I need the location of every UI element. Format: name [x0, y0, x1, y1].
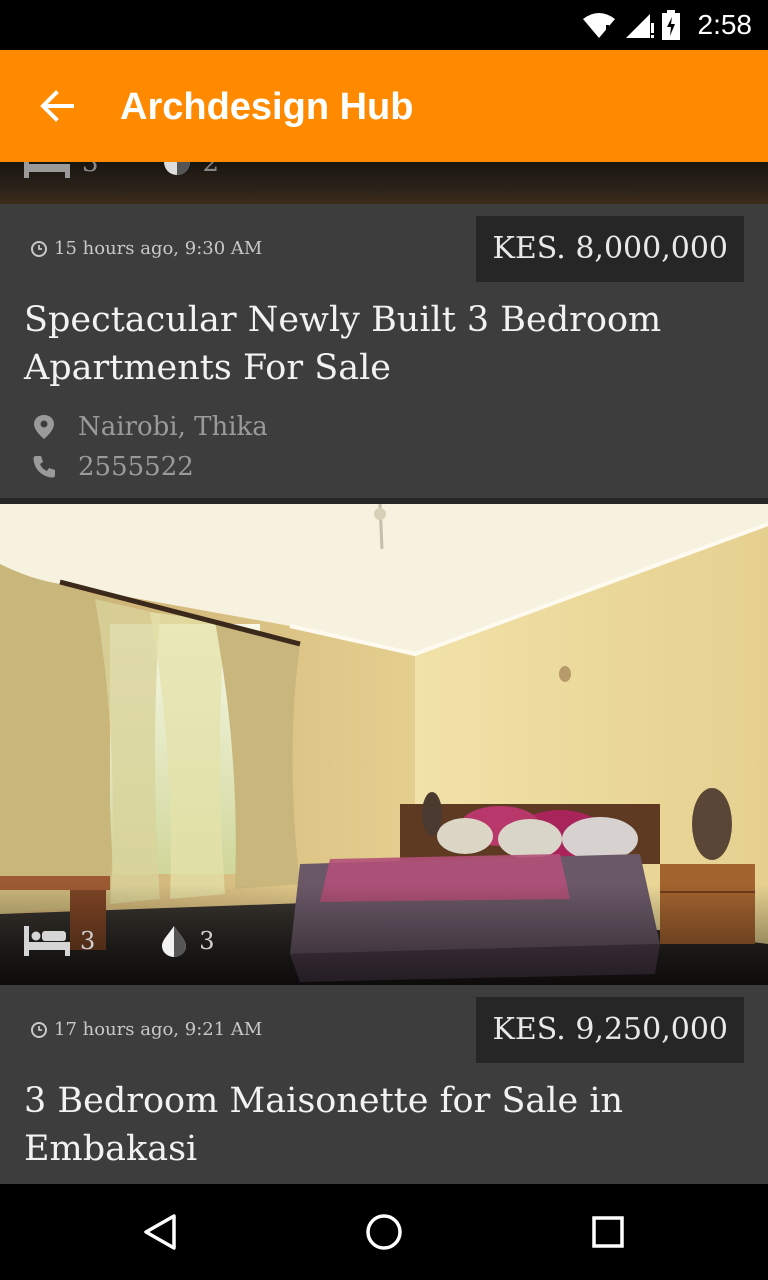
- listing-feed[interactable]: 3 2 15 hours ago, 9:30 AM KES. 8,000,000…: [0, 162, 768, 1184]
- signal-icon: [626, 14, 654, 38]
- listing-title[interactable]: Spectacular Newly Built 3 Bedroom Apartm…: [24, 296, 664, 392]
- water-drop-icon: [162, 926, 187, 957]
- battery-charging-icon: [662, 10, 680, 40]
- water-drop-icon: [163, 162, 190, 175]
- app-bar: Archdesign Hub: [0, 50, 768, 162]
- wifi-icon: [583, 13, 615, 39]
- posted-time: 15 hours ago, 9:30 AM: [30, 238, 262, 259]
- beds-count: 3: [80, 927, 96, 955]
- beds-count: 3: [82, 162, 99, 178]
- phone-row[interactable]: 2555522: [30, 452, 194, 482]
- clock-icon: [31, 240, 47, 257]
- phone-icon: [33, 456, 55, 478]
- location-row: Nairobi, Thika: [30, 412, 268, 442]
- listing-card[interactable]: 17 hours ago, 9:21 AM KES. 9,250,000 3 B…: [0, 985, 768, 1184]
- location-pin-icon: [34, 415, 54, 439]
- listing-title[interactable]: 3 Bedroom Maisonette for Sale in Embakas…: [24, 1077, 664, 1173]
- baths-count: 3: [199, 927, 215, 955]
- listing-meta: 3 3: [24, 925, 215, 957]
- status-icons: [582, 10, 680, 40]
- listing-meta: 3 2: [24, 162, 219, 178]
- back-icon[interactable]: [140, 1212, 180, 1252]
- listing-image[interactable]: 3 3: [0, 504, 768, 985]
- recents-icon[interactable]: [588, 1212, 628, 1252]
- clock-icon: [31, 1021, 47, 1038]
- app-title: Archdesign Hub: [120, 86, 414, 128]
- status-bar: 2:58: [0, 0, 768, 50]
- location-text: Nairobi, Thika: [78, 412, 268, 442]
- posted-time-text: 15 hours ago, 9:30 AM: [54, 238, 263, 259]
- bed-icon: [24, 926, 70, 956]
- baths-count: 2: [202, 162, 220, 178]
- posted-time-text: 17 hours ago, 9:21 AM: [54, 1019, 263, 1040]
- status-time: 2:58: [697, 9, 753, 40]
- bed-icon: [24, 162, 70, 178]
- price-tag: KES. 8,000,000: [476, 216, 744, 282]
- phone-text[interactable]: 2555522: [78, 452, 194, 482]
- home-icon[interactable]: [364, 1212, 404, 1252]
- bedroom-photo: [0, 504, 768, 985]
- posted-time: 17 hours ago, 9:21 AM: [30, 1019, 262, 1040]
- price-tag: KES. 9,250,000: [476, 997, 744, 1063]
- listing-card[interactable]: 15 hours ago, 9:30 AM KES. 8,000,000 Spe…: [0, 204, 768, 498]
- arrow-back-icon[interactable]: [36, 86, 76, 126]
- nav-bar: [0, 1184, 768, 1280]
- listing-image-partial[interactable]: 3 2: [0, 162, 768, 204]
